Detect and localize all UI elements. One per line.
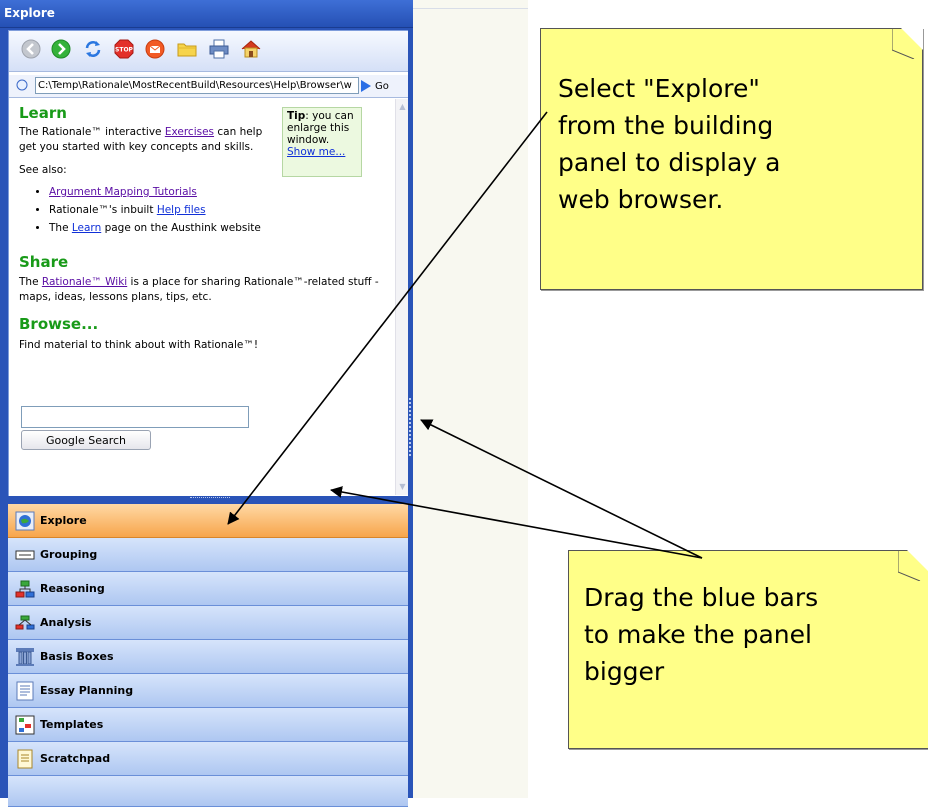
nav-item-templates[interactable]: Templates	[8, 708, 408, 742]
nav-item-scratchpad[interactable]: Scratchpad	[8, 742, 408, 776]
callout-line: panel to display a	[558, 148, 781, 177]
see-also-list: Argument Mapping Tutorials Rationale™'s …	[33, 183, 261, 237]
grouping-icon	[14, 544, 36, 566]
nav-item-reasoning[interactable]: Reasoning	[8, 572, 408, 606]
callout-note-explore: Select "Explore" from the building panel…	[540, 28, 923, 290]
list-item-text-end: page on the Austhink website	[101, 222, 261, 234]
basis-boxes-icon	[14, 646, 36, 668]
scratchpad-icon	[14, 748, 36, 770]
share-heading: Share	[19, 253, 69, 271]
go-arrow-icon	[361, 80, 371, 92]
svg-text:STOP: STOP	[115, 47, 134, 54]
learn-intro-text: The Rationale™ interactive	[19, 126, 165, 138]
email-icon[interactable]	[143, 37, 167, 61]
vertical-scrollbar[interactable]: ▲ ▼	[395, 99, 409, 495]
callout-line: Drag the blue bars	[584, 583, 819, 612]
nav-item-label: Explore	[40, 514, 87, 527]
panel-title-bar: Explore	[0, 0, 413, 28]
page-icon	[16, 79, 28, 91]
panel-title: Explore	[4, 6, 55, 20]
address-bar: Go	[9, 75, 409, 98]
print-icon[interactable]	[207, 37, 231, 61]
see-also-label: See also:	[19, 164, 67, 176]
analysis-icon	[14, 612, 36, 634]
back-icon[interactable]	[19, 37, 43, 61]
note-fold-line	[898, 550, 921, 581]
folder-icon[interactable]	[175, 37, 199, 61]
list-item: Rationale™'s inbuilt Help files	[49, 201, 261, 219]
scroll-down-icon[interactable]: ▼	[397, 481, 408, 493]
horizontal-splitter-bar[interactable]	[8, 496, 408, 504]
rationale-wiki-link[interactable]: Rationale™ Wiki	[42, 276, 127, 288]
refresh-icon[interactable]	[81, 37, 105, 61]
callout-line: to make the panel	[584, 620, 812, 649]
list-item: The Learn page on the Austhink website	[49, 219, 261, 237]
callout-text-drag: Drag the blue bars to make the panel big…	[584, 579, 818, 690]
essay-planning-icon	[14, 680, 36, 702]
canvas-divider	[413, 8, 528, 9]
home-icon[interactable]	[239, 37, 263, 61]
building-panel: Explore STOP C:\Temp\Rationale\MostRecen…	[0, 0, 413, 807]
callout-note-drag: Drag the blue bars to make the panel big…	[568, 550, 928, 749]
share-text-start: The	[19, 276, 42, 288]
show-me-link[interactable]: Show me...	[287, 146, 345, 158]
callout-line: from the building	[558, 111, 774, 140]
nav-item-basis-boxes[interactable]: Basis Boxes	[8, 640, 408, 674]
scroll-up-icon[interactable]: ▲	[397, 101, 408, 113]
browser-toolbar: STOP	[9, 31, 409, 72]
nav-item-label: Reasoning	[40, 582, 105, 595]
tip-box: Tip: you can enlarge this window. Show me…	[282, 107, 362, 177]
forward-icon[interactable]	[49, 37, 73, 61]
nav-item-essay-planning[interactable]: Essay Planning	[8, 674, 408, 708]
templates-icon	[14, 714, 36, 736]
tip-label: Tip	[287, 110, 306, 122]
nav-item-label: Grouping	[40, 548, 98, 561]
learn-page-link[interactable]: Learn	[72, 222, 101, 234]
google-search-button[interactable]: Google Search	[21, 430, 151, 450]
learn-heading: Learn	[19, 104, 67, 122]
nav-item-label: Templates	[40, 718, 104, 731]
nav-empty-area	[8, 776, 408, 807]
callout-text-explore: Select "Explore" from the building panel…	[558, 70, 780, 218]
callout-line: Select "Explore"	[558, 74, 760, 103]
nav-item-label: Scratchpad	[40, 752, 111, 765]
stop-icon[interactable]: STOP	[112, 37, 136, 61]
browse-text: Find material to think about with Ration…	[19, 339, 259, 351]
browse-heading: Browse...	[19, 315, 99, 333]
list-item: Argument Mapping Tutorials	[49, 183, 261, 201]
share-text: The Rationale™ Wiki is a place for shari…	[19, 275, 379, 305]
go-label: Go	[375, 80, 389, 92]
splitter-grip-icon	[190, 497, 230, 501]
callout-line: bigger	[584, 657, 665, 686]
reasoning-icon	[14, 578, 36, 600]
search-input[interactable]	[21, 406, 249, 428]
list-item-text: The	[49, 222, 72, 234]
nav-item-grouping[interactable]: Grouping	[8, 538, 408, 572]
browser-content: Learn The Rationale™ interactive Exercis…	[9, 99, 394, 495]
workspace-canvas[interactable]	[413, 0, 528, 798]
go-button[interactable]: Go	[361, 78, 389, 94]
globe-icon	[14, 510, 36, 532]
note-fold-line	[892, 28, 915, 59]
nav-item-analysis[interactable]: Analysis	[8, 606, 408, 640]
exercises-link[interactable]: Exercises	[165, 126, 214, 138]
address-input[interactable]	[35, 77, 359, 94]
building-panel-nav: Explore Grouping Reasoning Analysis Basis Bo…	[8, 504, 408, 807]
list-item-text: Rationale™'s inbuilt	[49, 204, 157, 216]
help-files-link[interactable]: Help files	[157, 204, 206, 216]
learn-intro: The Rationale™ interactive Exercises can…	[19, 125, 279, 155]
argument-mapping-tutorials-link[interactable]: Argument Mapping Tutorials	[49, 186, 197, 198]
nav-item-label: Essay Planning	[40, 684, 134, 697]
callout-line: web browser.	[558, 185, 724, 214]
nav-item-label: Analysis	[40, 616, 92, 629]
nav-item-label: Basis Boxes	[40, 650, 114, 663]
web-browser: STOP Go Learn The Rati	[8, 30, 410, 497]
nav-item-explore[interactable]: Explore	[8, 504, 408, 538]
